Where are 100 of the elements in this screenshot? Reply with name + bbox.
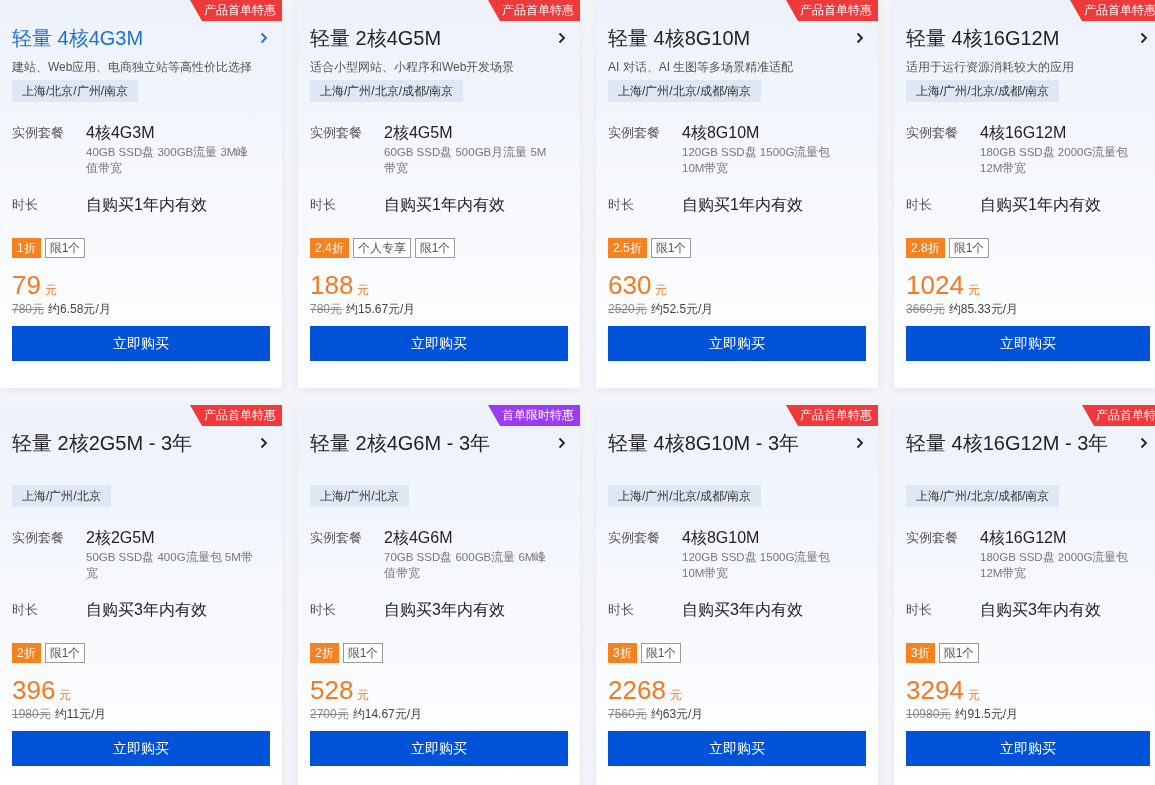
limit-tag: 限1个 [938, 643, 980, 663]
spec-name: 2核4G5M [384, 123, 454, 143]
spec-detail: 50GB SSD盘 400G流量包 5M带宽 [86, 550, 254, 581]
price: 2268 [608, 674, 666, 707]
monthly-price: 约85.33元/月 [948, 301, 1019, 318]
duration-value: 自购买1年内有效 [384, 195, 505, 215]
spec-label: 实例套餐 [608, 529, 661, 547]
buy-button[interactable]: 立即购买 [310, 731, 568, 766]
spec-detail: 60GB SSD盘 500GB月流量 5M带宽 [384, 145, 548, 176]
region-tag: 上海/北京/广州/南京 [12, 80, 138, 102]
chevron-right-icon[interactable] [1140, 32, 1148, 44]
promo-badge: 产品首单特惠 [190, 405, 282, 426]
original-price: 780元 [12, 301, 45, 318]
discount-tag: 3折 [906, 643, 935, 663]
discount-tag: 2.4折 [310, 238, 349, 258]
discount-tag: 1折 [12, 238, 41, 258]
duration-value: 自购买3年内有效 [682, 600, 803, 620]
limit-tag: 限1个 [640, 643, 682, 663]
product-title[interactable]: 轻量 2核4G6M - 3年 [310, 428, 491, 458]
product-title[interactable]: 轻量 2核2G5M - 3年 [12, 428, 193, 458]
buy-button[interactable]: 立即购买 [608, 326, 866, 361]
duration-label: 时长 [608, 196, 635, 215]
chevron-right-icon[interactable] [856, 32, 864, 44]
price-unit: 元 [655, 282, 668, 299]
product-subtitle: 建站、Web应用、电商独立站等高性价比选择 [12, 60, 253, 74]
spec-label: 实例套餐 [12, 529, 65, 547]
buy-button[interactable]: 立即购买 [12, 731, 270, 766]
product-title[interactable]: 轻量 4核16G12M [906, 23, 1060, 53]
discount-tag: 2.8折 [906, 238, 945, 258]
product-subtitle: AI 对话、AI 生图等多场景精准适配 [608, 60, 794, 74]
spec-label: 实例套餐 [310, 529, 363, 547]
duration-value: 自购买3年内有效 [86, 600, 207, 620]
spec-name: 4核4G3M [86, 123, 156, 143]
promo-badge: 产品首单特惠 [190, 0, 282, 21]
duration-label: 时长 [310, 601, 337, 620]
chevron-right-icon[interactable] [558, 437, 566, 449]
promo-badge: 产品首单特 [1082, 405, 1155, 426]
promo-badge: 产品首单特惠 [786, 405, 878, 426]
limit-tag: 限1个 [650, 238, 692, 258]
promo-badge: 首单限时特惠 [488, 405, 580, 426]
spec-label: 实例套餐 [12, 124, 65, 142]
region-tag: 上海/广州/北京 [12, 485, 111, 507]
region-tag: 上海/广州/北京/成都/南京 [906, 485, 1060, 507]
price-unit: 元 [44, 282, 57, 299]
price: 396 [12, 674, 56, 707]
discount-tag: 3折 [608, 643, 637, 663]
monthly-price: 约14.67元/月 [352, 706, 423, 723]
price: 79 [12, 269, 41, 302]
spec-name: 4核16G12M [980, 123, 1068, 143]
chevron-right-icon[interactable] [260, 437, 268, 449]
limit-tag: 限1个 [44, 643, 86, 663]
price-unit: 元 [357, 282, 370, 299]
promo-badge: 产品首单特惠 [786, 0, 878, 21]
product-title[interactable]: 轻量 4核8G10M [608, 23, 751, 53]
region-tag: 上海/广州/北京/成都/南京 [906, 80, 1060, 102]
spec-label: 实例套餐 [906, 529, 959, 547]
buy-button[interactable]: 立即购买 [310, 326, 568, 361]
buy-button[interactable]: 立即购买 [906, 326, 1150, 361]
original-price: 2520元 [608, 301, 647, 318]
monthly-price: 约63元/月 [650, 706, 704, 723]
chevron-right-icon[interactable] [856, 437, 864, 449]
product-title[interactable]: 轻量 4核4G3M [12, 23, 144, 53]
spec-name: 2核4G6M [384, 528, 454, 548]
buy-button[interactable]: 立即购买 [608, 731, 866, 766]
spec-detail: 120GB SSD盘 1500G流量包 10M带宽 [682, 145, 832, 176]
spec-name: 4核16G12M [980, 528, 1068, 548]
duration-label: 时长 [310, 196, 337, 215]
limit-tag: 个人专享 [352, 238, 411, 258]
original-price: 7560元 [608, 706, 647, 723]
product-title[interactable]: 轻量 4核8G10M - 3年 [608, 428, 800, 458]
spec-detail: 40GB SSD盘 300GB流量 3M峰值带宽 [86, 145, 250, 176]
duration-value: 自购买1年内有效 [682, 195, 803, 215]
buy-button[interactable]: 立即购买 [906, 731, 1150, 766]
price-unit: 元 [669, 687, 682, 704]
price: 1024 [906, 269, 964, 302]
spec-detail: 120GB SSD盘 1500G流量包 10M带宽 [682, 550, 832, 581]
spec-name: 4核8G10M [682, 123, 761, 143]
discount-tag: 2折 [310, 643, 339, 663]
promo-badge: 产品首单特惠 [1070, 0, 1155, 21]
price-unit: 元 [967, 687, 980, 704]
limit-tag: 限1个 [44, 238, 86, 258]
region-tag: 上海/广州/北京/成都/南京 [608, 80, 762, 102]
region-tag: 上海/广州/北京/成都/南京 [310, 80, 464, 102]
original-price: 10980元 [906, 706, 952, 723]
limit-tag: 限1个 [414, 238, 456, 258]
spec-label: 实例套餐 [608, 124, 661, 142]
duration-label: 时长 [906, 601, 933, 620]
chevron-right-icon[interactable] [1140, 437, 1148, 449]
duration-label: 时长 [608, 601, 635, 620]
spec-name: 4核8G10M [682, 528, 761, 548]
original-price: 2700元 [310, 706, 349, 723]
price: 3294 [906, 674, 964, 707]
monthly-price: 约52.5元/月 [650, 301, 714, 318]
price-unit: 元 [357, 687, 370, 704]
product-title[interactable]: 轻量 2核4G5M [310, 23, 442, 53]
buy-button[interactable]: 立即购买 [12, 326, 270, 361]
chevron-right-icon[interactable] [558, 32, 566, 44]
duration-label: 时长 [12, 601, 39, 620]
product-title[interactable]: 轻量 4核16G12M - 3年 [906, 428, 1109, 458]
promo-badge: 产品首单特惠 [488, 0, 580, 21]
